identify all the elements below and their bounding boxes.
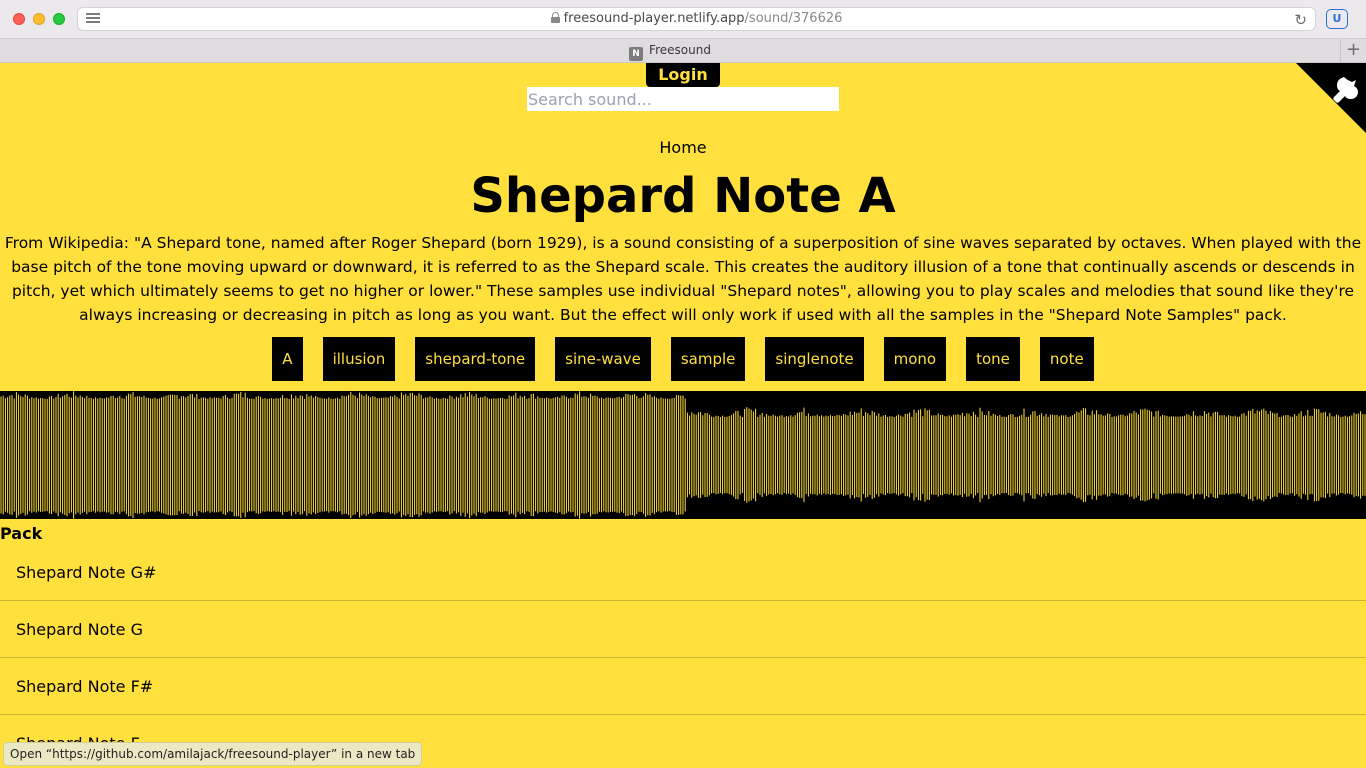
url-display[interactable]: freesound-player.netlify.app/sound/37662… bbox=[78, 11, 1315, 26]
url-host: freesound-player.netlify.app bbox=[563, 11, 745, 26]
favicon-icon: N bbox=[629, 47, 644, 61]
close-window-button[interactable] bbox=[13, 13, 25, 25]
tag-button[interactable]: sample bbox=[670, 337, 746, 381]
minimize-window-button[interactable] bbox=[33, 13, 45, 25]
new-tab-icon[interactable]: + bbox=[1340, 39, 1366, 63]
github-corner-icon[interactable] bbox=[1296, 63, 1366, 133]
status-bar: Open “https://github.com/amilajack/frees… bbox=[3, 742, 423, 766]
tag-button[interactable]: sine-wave bbox=[555, 337, 651, 381]
shield-icon[interactable]: U bbox=[1326, 9, 1348, 29]
sound-description: From Wikipedia: "A Shepard tone, named a… bbox=[4, 234, 1362, 324]
tab-title: Freesound bbox=[649, 43, 711, 57]
pack-item[interactable]: Shepard Note F# bbox=[0, 658, 1366, 715]
page-content: Login Home Shepard Note A From Wikipedia… bbox=[0, 63, 1366, 768]
tag-button[interactable]: mono bbox=[883, 337, 947, 381]
tag-button[interactable]: singlenote bbox=[765, 337, 864, 381]
address-bar[interactable]: freesound-player.netlify.app/sound/37662… bbox=[77, 7, 1316, 31]
pack-list: Shepard Note G# Shepard Note G Shepard Not… bbox=[0, 544, 1366, 768]
tag-button[interactable]: note bbox=[1039, 337, 1094, 381]
tag-button[interactable]: A bbox=[272, 337, 303, 381]
home-link[interactable]: Home bbox=[0, 138, 1366, 157]
browser-chrome: freesound-player.netlify.app/sound/37662… bbox=[0, 0, 1366, 63]
lock-icon bbox=[550, 12, 560, 23]
tag-button[interactable]: shepard-tone bbox=[415, 337, 536, 381]
search-input[interactable] bbox=[527, 87, 839, 111]
login-button[interactable]: Login bbox=[646, 63, 720, 87]
url-path: /sound/376626 bbox=[744, 11, 843, 26]
tab-bar: N Freesound + bbox=[0, 38, 1366, 63]
maximize-window-button[interactable] bbox=[53, 13, 65, 25]
tag-button[interactable]: tone bbox=[966, 337, 1020, 381]
pack-heading: Pack bbox=[0, 524, 43, 543]
reload-icon[interactable]: ↻ bbox=[1294, 11, 1307, 29]
pack-item[interactable]: Shepard Note G bbox=[0, 601, 1366, 658]
pack-item[interactable]: Shepard Note G# bbox=[0, 544, 1366, 601]
page-title: Shepard Note A bbox=[470, 168, 896, 224]
tag-button[interactable]: illusion bbox=[322, 337, 396, 381]
tag-list: Aillusion shepard-tone sine-wave sample sing… bbox=[0, 337, 1366, 381]
waveform[interactable] bbox=[0, 391, 1366, 519]
tab-freesound[interactable]: N Freesound bbox=[0, 39, 1340, 63]
browser-toolbar: freesound-player.netlify.app/sound/37662… bbox=[0, 0, 1366, 38]
